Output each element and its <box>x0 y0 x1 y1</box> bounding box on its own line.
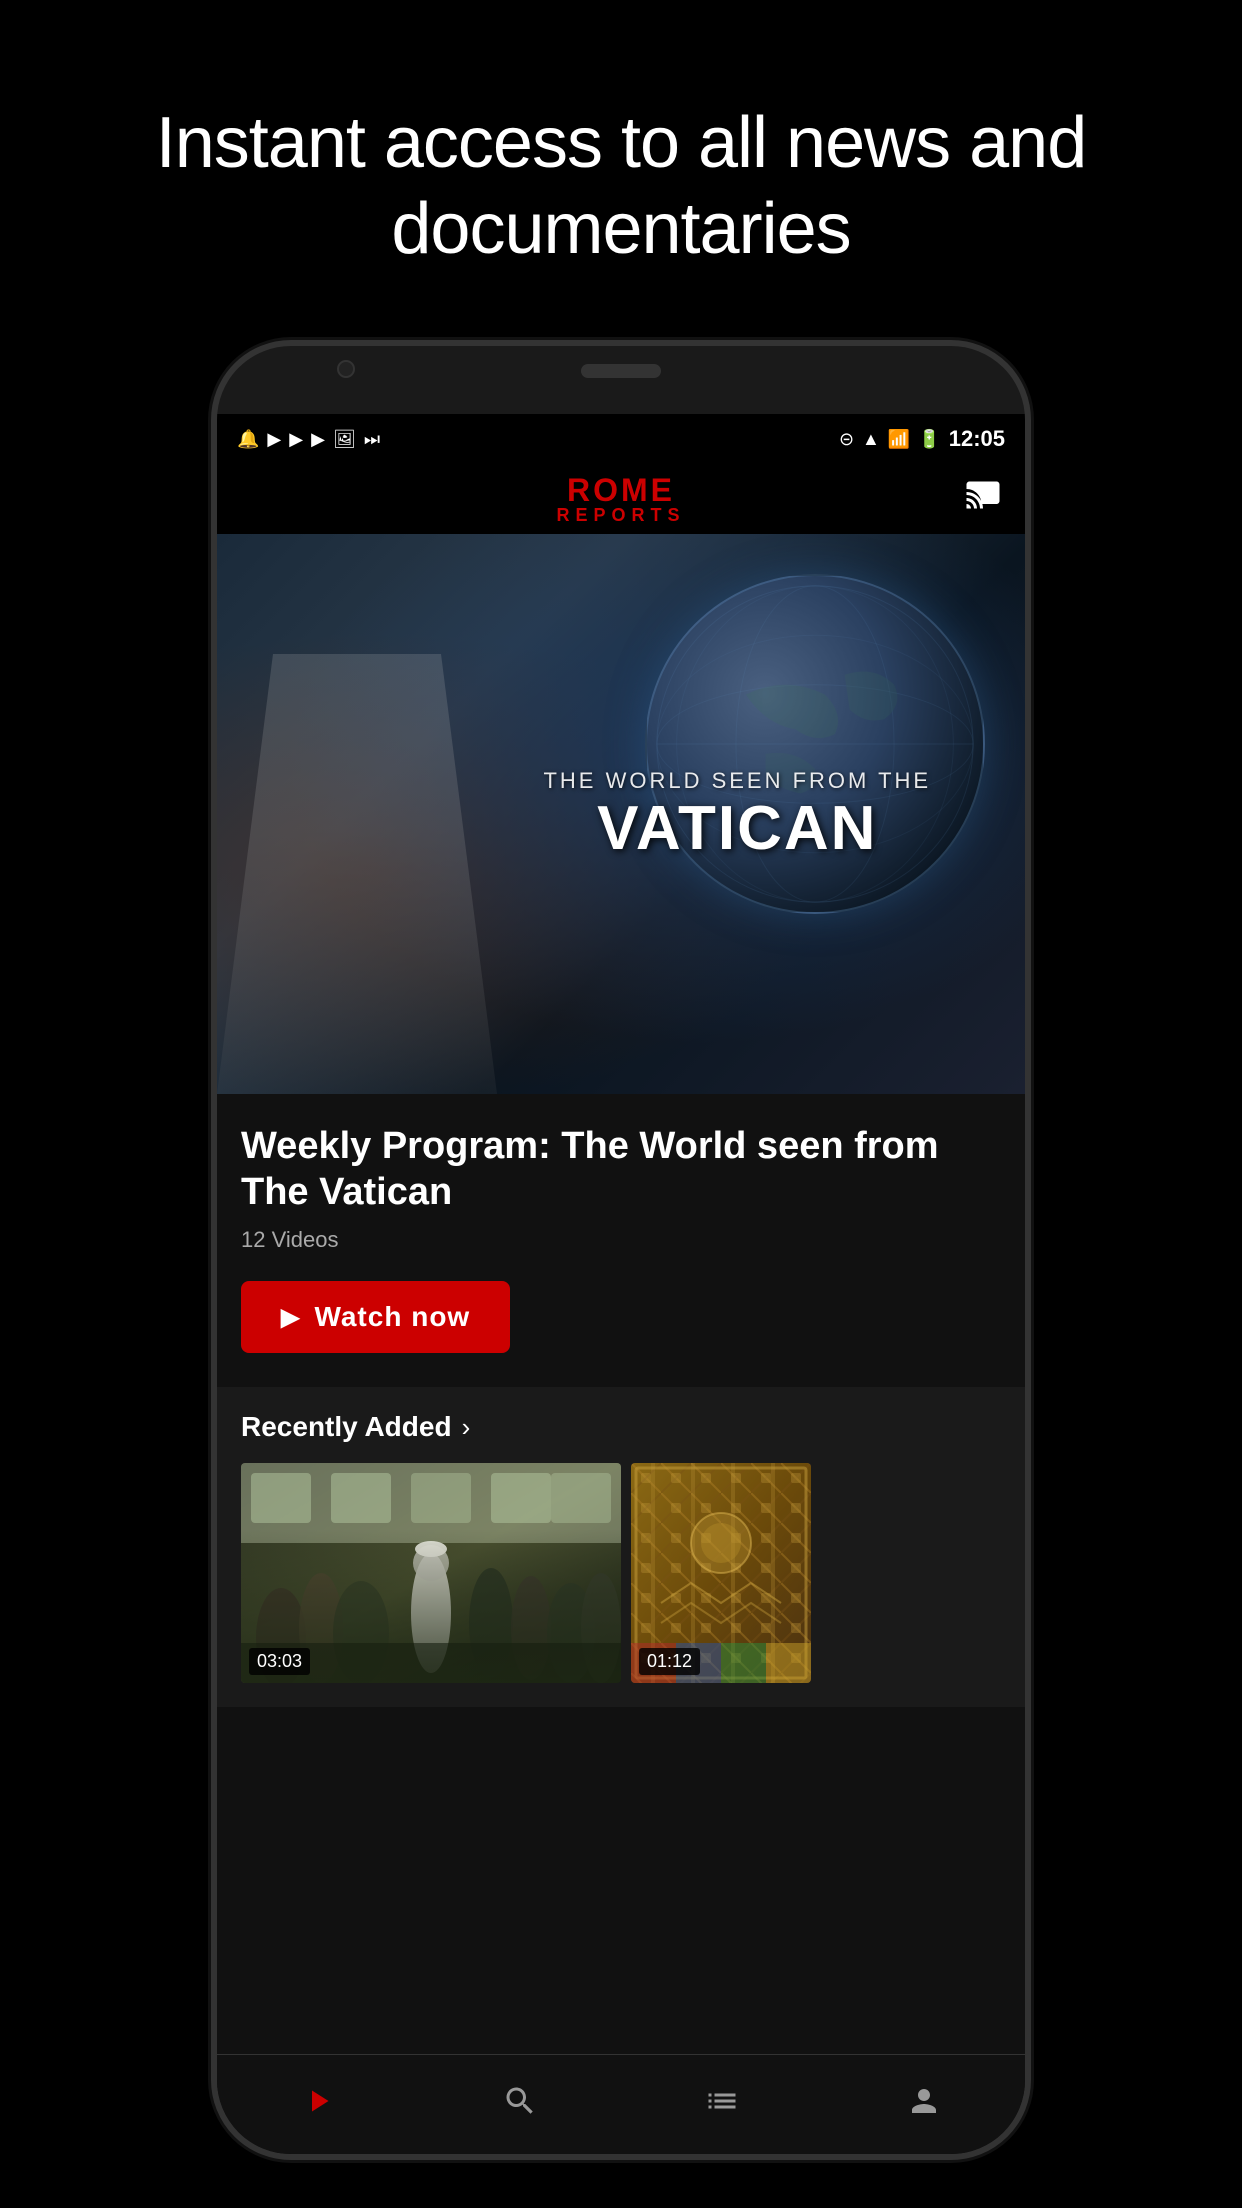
hero-section: Instant access to all news and documenta… <box>0 100 1242 273</box>
volume-mute-button <box>211 586 214 646</box>
notification-icon: 🔔 <box>237 429 259 450</box>
status-icons-left: 🔔 ▶ ▶ ▶ 🖼 ⏭ <box>237 429 380 450</box>
section-arrow-icon[interactable]: › <box>462 1412 471 1443</box>
play-triangle-icon: ▶ <box>281 1303 300 1332</box>
search-nav-icon <box>502 2083 538 2119</box>
nav-item-profile[interactable] <box>906 2083 942 2127</box>
volume-down-button <box>211 796 214 896</box>
play-icon-3: ▶ <box>311 429 325 450</box>
watch-now-button[interactable]: ▶ Watch now <box>241 1281 510 1353</box>
video-thumbnail-1[interactable]: 03:03 <box>241 1463 621 1683</box>
globe-background <box>645 574 985 914</box>
nav-play-icon <box>300 2083 336 2127</box>
bottom-nav <box>217 2054 1025 2154</box>
video-thumbnails: 03:03 <box>241 1463 1001 1683</box>
do-not-disturb-icon: ⊝ <box>839 429 854 450</box>
video-duration-2: 01:12 <box>639 1648 700 1675</box>
play-icon-1: ▶ <box>267 429 281 450</box>
volume-up-button <box>211 676 214 776</box>
app-header: ROME REPORTS <box>217 464 1025 534</box>
nav-item-play[interactable] <box>300 2083 336 2127</box>
content-title: Weekly Program: The World seen from The … <box>241 1124 1001 1215</box>
power-button <box>1028 646 1031 726</box>
section-title: Recently Added <box>241 1411 452 1443</box>
list-nav-icon <box>704 2083 740 2119</box>
banner-main-title: VATICAN <box>597 794 877 863</box>
hero-title: Instant access to all news and documenta… <box>60 100 1182 273</box>
app-logo: ROME REPORTS <box>556 474 685 524</box>
play-icon-2: ▶ <box>289 429 303 450</box>
app-content: THE WORLD SEEN FROM THE VATICAN Weekly P… <box>217 534 1025 2154</box>
signal-icon: 📶 <box>888 429 910 450</box>
battery-icon: 🔋 <box>918 429 940 450</box>
content-info: Weekly Program: The World seen from The … <box>217 1094 1025 1377</box>
featured-banner[interactable]: THE WORLD SEEN FROM THE VATICAN <box>217 534 1025 1094</box>
recently-added-section: Recently Added › <box>217 1387 1025 1707</box>
video-count: 12 Videos <box>241 1227 1001 1253</box>
play-nav-icon <box>300 2083 336 2119</box>
nav-search-icon <box>502 2083 538 2127</box>
phone-speaker <box>581 364 661 378</box>
wifi-icon: ▲ <box>862 429 880 450</box>
nav-list-icon <box>704 2083 740 2127</box>
phone-camera <box>337 360 355 378</box>
watch-now-label: Watch now <box>314 1301 470 1333</box>
video-duration-1: 03:03 <box>249 1648 310 1675</box>
nav-item-list[interactable] <box>704 2083 740 2127</box>
image-icon: 🖼 <box>333 429 356 450</box>
cast-icon <box>965 477 1001 513</box>
profile-nav-icon <box>906 2083 942 2119</box>
logo-reports: REPORTS <box>556 506 685 524</box>
cast-button[interactable] <box>965 477 1001 521</box>
status-time: 12:05 <box>949 426 1005 452</box>
banner-subtitle: THE WORLD SEEN FROM THE <box>543 768 931 794</box>
nav-item-search[interactable] <box>502 2083 538 2127</box>
media-icon: ⏭ <box>364 429 380 450</box>
logo-rome: ROME <box>556 474 685 506</box>
status-bar: 🔔 ▶ ▶ ▶ 🖼 ⏭ ⊝ ▲ 📶 🔋 12:05 <box>217 414 1025 464</box>
phone-mockup: 🔔 ▶ ▶ ▶ 🖼 ⏭ ⊝ ▲ 📶 🔋 12:05 ROME REPORTS <box>211 340 1031 2160</box>
nav-profile-icon <box>906 2083 942 2127</box>
status-icons-right: ⊝ ▲ 📶 🔋 12:05 <box>839 426 1005 452</box>
video-thumbnail-2[interactable]: 01:12 <box>631 1463 811 1683</box>
banner-text-overlay: THE WORLD SEEN FROM THE VATICAN <box>543 768 931 860</box>
section-header: Recently Added › <box>241 1411 1001 1443</box>
